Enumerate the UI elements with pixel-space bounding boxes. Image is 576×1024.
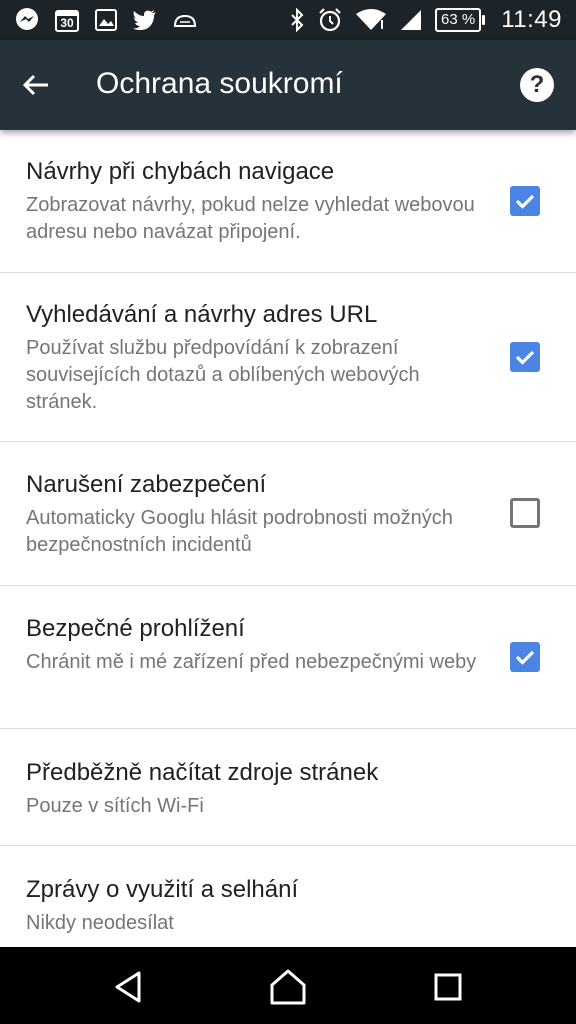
setting-subtitle: Chránit mě i mé zařízení před nebezpečný…: [26, 651, 477, 673]
messenger-icon: [14, 7, 40, 33]
setting-title: Bezpečné prohlížení: [26, 615, 245, 642]
setting-subtitle: Zobrazovat návrhy, pokud nelze vyhledat …: [26, 194, 475, 243]
setting-prefetch-resources[interactable]: Předběžně načítat zdroje stránek Pouze v…: [0, 729, 576, 846]
clock: 11:49: [501, 6, 562, 33]
setting-subtitle: Nikdy neodesílat: [26, 912, 174, 934]
calendar-day: 30: [60, 16, 74, 30]
cloud-icon: [172, 10, 198, 30]
alarm-icon: [317, 7, 343, 33]
setting-usage-reports[interactable]: Zprávy o využití a selhání Nikdy neodesí…: [0, 846, 576, 956]
checkbox-unchecked[interactable]: [510, 498, 540, 528]
nav-home-button[interactable]: [266, 965, 310, 1009]
navigation-bar: [0, 947, 576, 1024]
setting-title: Zprávy o využití a selhání: [26, 876, 299, 903]
help-button[interactable]: ?: [520, 68, 554, 102]
nav-back-button[interactable]: [107, 965, 151, 1009]
setting-subtitle: Automaticky Googlu hlásit podrobnosti mo…: [26, 507, 453, 556]
page-title: Ochrana soukromí: [96, 67, 343, 100]
setting-title: Narušení zabezpečení: [26, 471, 267, 498]
setting-title: Předběžně načítat zdroje stránek: [26, 759, 379, 786]
recents-icon: [434, 973, 462, 1001]
check-icon: [515, 650, 535, 665]
twitter-icon: [132, 8, 158, 32]
setting-subtitle: Pouze v sítích Wi-Fi: [26, 795, 204, 817]
image-icon: [94, 8, 118, 32]
battery-indicator: 63 %: [435, 8, 486, 32]
setting-security-incidents[interactable]: Narušení zabezpečení Automaticky Googlu …: [0, 442, 576, 586]
setting-subtitle: Používat službu předpovídání k zobrazení…: [26, 337, 420, 413]
check-icon: [515, 194, 535, 209]
wifi-icon: [355, 8, 387, 32]
checkbox-checked[interactable]: [510, 186, 540, 216]
setting-title: Vyhledávání a návrhy adres URL: [26, 301, 378, 328]
calendar-icon: 30: [54, 7, 80, 33]
app-bar: Ochrana soukromí ?: [0, 40, 576, 130]
checkbox-checked[interactable]: [510, 342, 540, 372]
setting-navigation-suggestions[interactable]: Návrhy při chybách navigace Zobrazovat n…: [0, 130, 576, 273]
back-icon: [115, 971, 141, 1003]
back-button[interactable]: [20, 65, 68, 105]
bluetooth-icon: [289, 8, 305, 32]
setting-search-suggestions[interactable]: Vyhledávání a návrhy adres URL Používat …: [0, 273, 576, 442]
setting-safe-browsing[interactable]: Bezpečné prohlížení Chránit mě i mé zaří…: [0, 586, 576, 729]
home-icon: [270, 969, 306, 1005]
status-bar: 30 63 % 11:49: [0, 0, 576, 40]
arrow-left-icon: [22, 74, 48, 96]
check-icon: [515, 350, 535, 365]
signal-icon: [399, 8, 423, 32]
checkbox-checked[interactable]: [510, 642, 540, 672]
setting-title: Návrhy při chybách navigace: [26, 158, 335, 185]
nav-recents-button[interactable]: [426, 965, 470, 1009]
